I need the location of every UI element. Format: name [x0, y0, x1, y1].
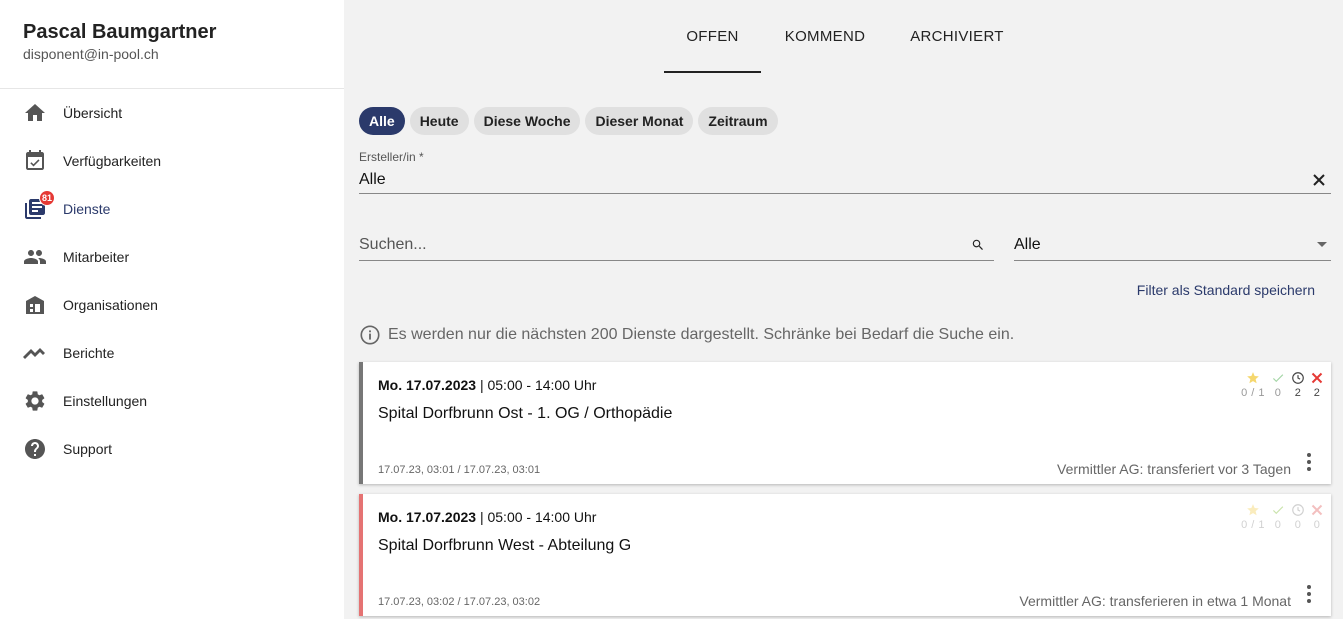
stat-star-value: 0 / 1 [1241, 387, 1265, 399]
tab-bar: OFFEN KOMMEND ARCHIVIERT [664, 0, 1025, 73]
stat-clock-value: 0 [1294, 519, 1302, 531]
star-icon [1246, 370, 1260, 385]
shift-card[interactable]: Mo. 17.07.2023 | 05:00 - 14:00 Uhr Spita… [359, 362, 1331, 484]
chip-diese-woche[interactable]: Diese Woche [473, 107, 581, 135]
stat-star-value: 0 / 1 [1241, 519, 1265, 531]
creator-field[interactable]: Alle [359, 166, 1331, 194]
sidebar-item-support[interactable]: Support [0, 425, 344, 473]
shift-date: Mo. 17.07.2023 | 05:00 - 14:00 Uhr [378, 509, 596, 525]
info-icon [360, 325, 380, 345]
shift-stats: 0 / 1 0 2 2 [1241, 370, 1323, 399]
chip-zeitraum[interactable]: Zeitraum [698, 107, 778, 135]
chip-alle[interactable]: Alle [359, 107, 405, 135]
sidebar-item-label: Support [63, 441, 113, 457]
date-filter-chips: Alle Heute Diese Woche Dieser Monat Zeit… [359, 107, 778, 135]
star-icon [1246, 502, 1260, 517]
check-icon [1271, 370, 1285, 385]
clock-icon [1291, 502, 1305, 517]
sidebar-item-mitarbeiter[interactable]: Mitarbeiter [0, 233, 344, 281]
sidebar-nav: Übersicht Verfügbarkeiten 81 Dienste Mit… [0, 89, 344, 473]
tab-offen[interactable]: OFFEN [664, 0, 761, 73]
close-icon [1311, 370, 1323, 385]
search-icon[interactable] [966, 233, 990, 257]
trending-icon [23, 341, 47, 365]
sidebar-item-label: Berichte [63, 345, 115, 361]
tab-archiviert[interactable]: ARCHIVIERT [889, 0, 1025, 73]
stat-check: 0 [1271, 370, 1285, 399]
sidebar-item-label: Einstellungen [63, 393, 148, 409]
stat-clock: 2 [1291, 370, 1305, 399]
select-value: Alle [1014, 235, 1041, 253]
shift-location: Spital Dorfbrunn West - Abteilung G [378, 537, 632, 554]
sidebar-item-label: Verfügbarkeiten [63, 153, 162, 169]
shift-card[interactable]: Mo. 17.07.2023 | 05:00 - 14:00 Uhr Spita… [359, 494, 1331, 616]
close-icon [1311, 502, 1323, 517]
more-vert-icon[interactable] [1301, 450, 1317, 474]
shift-agency-status: Vermittler AG: transferiert vor 3 Tagen [1057, 461, 1291, 477]
shift-date: Mo. 17.07.2023 | 05:00 - 14:00 Uhr [378, 377, 596, 393]
sidebar-item-label: Mitarbeiter [63, 249, 130, 265]
sidebar-item-berichte[interactable]: Berichte [0, 329, 344, 377]
info-text: Es werden nur die nächsten 200 Dienste d… [388, 326, 1015, 343]
stat-star: 0 / 1 [1241, 502, 1265, 531]
chip-heute[interactable]: Heute [409, 107, 469, 135]
clock-icon [1291, 370, 1305, 385]
user-name: Pascal Baumgartner [23, 21, 217, 43]
stat-cancel: 0 [1311, 502, 1323, 531]
shift-day: Mo. 17.07.2023 [378, 377, 477, 393]
shift-created: 17.07.23, 03:02 / 17.07.23, 03:02 [378, 596, 541, 608]
shift-created: 17.07.23, 03:01 / 17.07.23, 03:01 [378, 464, 541, 476]
status-select[interactable]: Alle [1014, 229, 1331, 261]
sidebar: Pascal Baumgartner disponent@in-pool.ch … [0, 0, 344, 619]
list-icon: 81 [23, 190, 56, 221]
shift-stats: 0 / 1 0 0 0 [1241, 502, 1323, 531]
info-message: Es werden nur die nächsten 200 Dienste d… [359, 324, 1014, 346]
more-vert-icon[interactable] [1301, 582, 1317, 606]
stat-cancel-value: 2 [1313, 387, 1321, 399]
main-content: OFFEN KOMMEND ARCHIVIERT Alle Heute Dies… [344, 0, 1343, 619]
clear-icon[interactable] [1309, 170, 1329, 190]
shift-agency-status: Vermittler AG: transferieren in etwa 1 M… [1019, 593, 1291, 609]
help-icon [23, 437, 47, 461]
shift-time: | 05:00 - 14:00 Uhr [479, 509, 597, 525]
creator-value: Alle [359, 170, 386, 188]
stat-check-value: 0 [1274, 519, 1282, 531]
sidebar-item-einstellungen[interactable]: Einstellungen [0, 377, 344, 425]
people-icon [23, 245, 47, 269]
sidebar-item-verfuegbarkeiten[interactable]: Verfügbarkeiten [0, 137, 344, 185]
shift-time: | 05:00 - 14:00 Uhr [479, 377, 597, 393]
shift-location: Spital Dorfbrunn Ost - 1. OG / Orthopädi… [378, 405, 673, 422]
search-field [359, 229, 994, 261]
creator-field-label: Ersteller/in * [359, 150, 424, 164]
shift-day: Mo. 17.07.2023 [378, 509, 477, 525]
user-email: disponent@in-pool.ch [23, 46, 159, 62]
home-icon [23, 101, 47, 125]
stat-clock-value: 2 [1294, 387, 1302, 399]
search-input[interactable] [359, 235, 939, 254]
gear-icon [23, 389, 47, 413]
save-filter-link[interactable]: Filter als Standard speichern [1137, 282, 1315, 298]
user-profile: Pascal Baumgartner disponent@in-pool.ch [0, 0, 344, 89]
check-icon [1271, 502, 1285, 517]
chip-dieser-monat[interactable]: Dieser Monat [585, 107, 694, 135]
sidebar-item-label: Dienste [63, 201, 111, 217]
stat-clock: 0 [1291, 502, 1305, 531]
sidebar-item-dienste[interactable]: 81 Dienste [0, 185, 344, 233]
stat-star: 0 / 1 [1241, 370, 1265, 399]
calendar-check-icon [23, 149, 47, 173]
sidebar-item-label: Organisationen [63, 297, 158, 313]
sidebar-item-label: Übersicht [63, 105, 123, 121]
chevron-down-icon [1317, 242, 1327, 247]
sidebar-item-organisationen[interactable]: Organisationen [0, 281, 344, 329]
stat-check: 0 [1271, 502, 1285, 531]
stat-cancel: 2 [1311, 370, 1323, 399]
stat-cancel-value: 0 [1313, 519, 1321, 531]
sidebar-item-uebersicht[interactable]: Übersicht [0, 89, 344, 137]
stat-check-value: 0 [1274, 387, 1282, 399]
notification-badge: 81 [39, 190, 56, 206]
building-icon [23, 293, 47, 317]
tab-kommend[interactable]: KOMMEND [761, 0, 889, 73]
